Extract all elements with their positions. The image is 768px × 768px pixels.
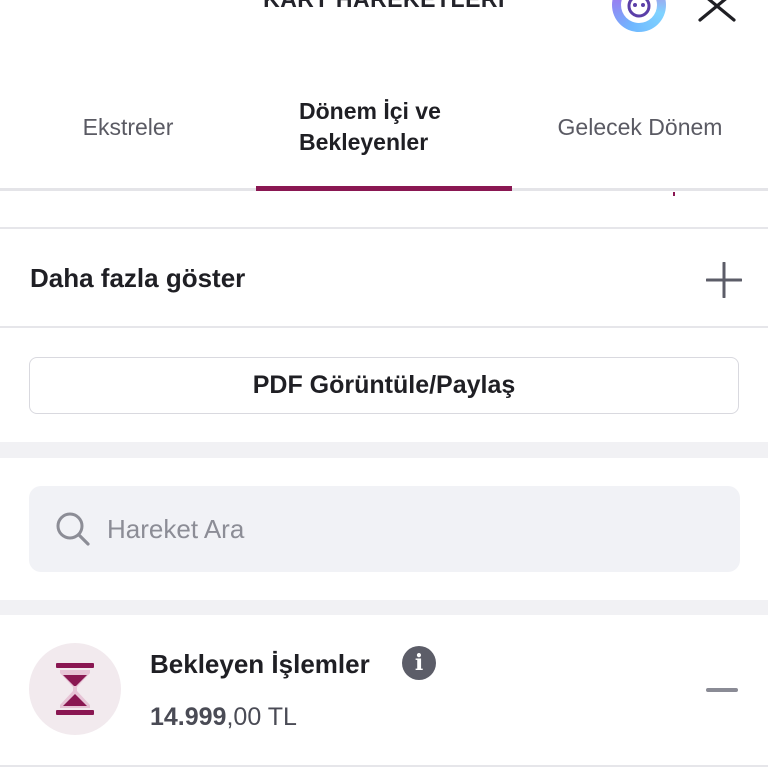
show-more-label: Daha fazla göster	[30, 263, 246, 293]
plus-icon[interactable]	[706, 262, 742, 298]
search-input[interactable]	[107, 486, 707, 572]
pending-amount: 14.999,00 TL	[150, 703, 297, 732]
search-icon	[56, 512, 90, 546]
info-icon[interactable]: i	[402, 646, 436, 680]
hourglass-avatar	[29, 643, 121, 735]
content-fragment	[673, 192, 675, 196]
pdf-view-share-button[interactable]: PDF Görüntüle/Paylaş	[29, 357, 739, 414]
tab-next-period[interactable]: Gelecek Dönem	[512, 62, 768, 192]
tab-label-line2: Bekleyenler	[299, 129, 429, 155]
assistant-bot-icon	[627, 0, 651, 18]
amount-main: 14.999	[150, 703, 227, 731]
tab-current-period-pending[interactable]: Dönem İçi ve Bekleyenler	[256, 62, 512, 192]
tab-label: Dönem İçi ve Bekleyenler	[299, 96, 469, 158]
show-more-row[interactable]: Daha fazla göster	[0, 229, 768, 327]
tab-label: Gelecek Dönem	[557, 113, 723, 140]
close-icon[interactable]	[694, 0, 742, 28]
search-box[interactable]	[29, 486, 740, 572]
pending-transactions-row[interactable]: Bekleyen İşlemler i 14.999,00 TL	[0, 615, 768, 768]
pending-title: Bekleyen İşlemler	[150, 649, 370, 679]
hourglass-icon	[56, 663, 94, 715]
amount-fraction: ,00 TL	[226, 703, 297, 731]
active-tab-indicator	[256, 186, 512, 191]
assistant-button[interactable]	[612, 0, 666, 32]
pdf-button-label: PDF Görüntüle/Paylaş	[252, 371, 516, 399]
app-header: KART HAREKETLERİ	[0, 0, 768, 62]
tab-statements[interactable]: Ekstreler	[0, 62, 256, 192]
tab-label-line1: Dönem İçi ve	[299, 98, 441, 124]
section-separator	[0, 442, 768, 458]
scrolled-content-edge	[0, 192, 768, 228]
statement-tabs: Ekstreler Dönem İçi ve Bekleyenler Gelec…	[0, 62, 768, 192]
divider	[0, 765, 768, 767]
divider	[0, 326, 768, 328]
minus-icon[interactable]	[706, 688, 738, 692]
tab-label: Ekstreler	[82, 113, 174, 140]
section-separator	[0, 600, 768, 615]
